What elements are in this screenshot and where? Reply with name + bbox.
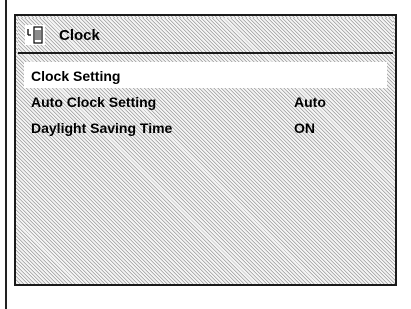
menu-item-clock-setting[interactable]: Clock Setting xyxy=(24,62,387,88)
menu-item-label: Clock Setting xyxy=(31,68,121,84)
menu-item-auto-clock-setting[interactable]: Auto Clock Setting Auto xyxy=(24,88,387,114)
title-bar: Clock xyxy=(18,18,393,54)
menu-item-value: ON xyxy=(294,120,315,136)
clock-menu-window: Clock Clock Setting Auto Clock Setting A… xyxy=(14,14,397,286)
menu-item-label: Auto Clock Setting xyxy=(31,94,157,110)
menu-item-value: Auto xyxy=(294,94,326,110)
page-border xyxy=(5,0,7,309)
menu-list: Clock Setting Auto Clock Setting Auto Da… xyxy=(18,56,393,282)
menu-item-daylight-saving-time[interactable]: Daylight Saving Time ON xyxy=(24,114,387,140)
menu-item-label: Daylight Saving Time xyxy=(31,120,173,136)
window-title: Clock xyxy=(59,27,100,44)
clock-icon xyxy=(25,25,45,45)
